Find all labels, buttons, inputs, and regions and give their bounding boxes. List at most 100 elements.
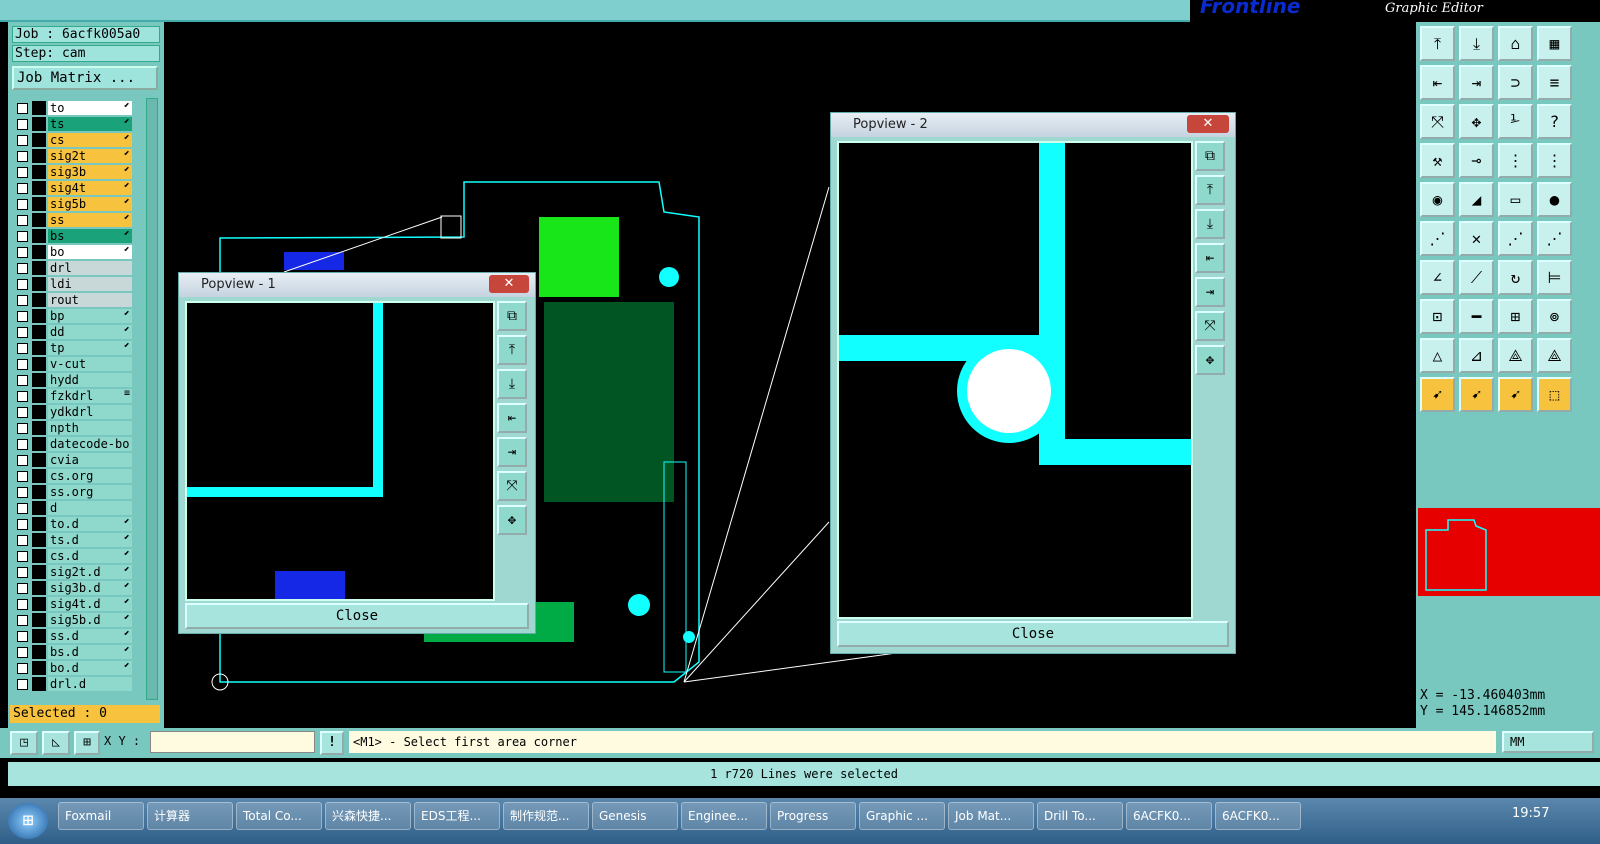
layer-name[interactable]: bs — [48, 229, 132, 243]
layer-checkbox[interactable] — [17, 215, 28, 226]
layer-name[interactable]: bo — [48, 245, 132, 259]
layer-row[interactable]: sig5b.d ⬋ — [12, 612, 132, 628]
fit-icon[interactable]: ⧉ — [1195, 141, 1225, 171]
taskbar-button[interactable]: Progress — [770, 802, 856, 830]
layer-name[interactable]: ss.d — [48, 629, 132, 643]
tool-button-icon[interactable]: ⋮ — [1498, 143, 1533, 178]
fit-icon[interactable]: ⧉ — [497, 301, 527, 331]
layer-checkbox[interactable] — [17, 295, 28, 306]
tool-button-icon[interactable]: ? — [1537, 104, 1572, 139]
layer-name[interactable]: hydd — [48, 373, 132, 387]
layer-row[interactable]: drl — [12, 260, 132, 276]
tool-button-icon[interactable]: ⚒ — [1420, 143, 1455, 178]
layer-row[interactable]: ss.org — [12, 484, 132, 500]
layer-row[interactable]: sig3b ⬋ — [12, 164, 132, 180]
taskbar-button[interactable]: 制作规范... — [503, 802, 589, 830]
layer-checkbox[interactable] — [17, 247, 28, 258]
layer-checkbox[interactable] — [17, 519, 28, 530]
layer-checkbox[interactable] — [17, 487, 28, 498]
layer-checkbox[interactable] — [17, 615, 28, 626]
taskbar-button[interactable]: Drill To... — [1037, 802, 1123, 830]
layer-checkbox[interactable] — [17, 343, 28, 354]
layer-checkbox[interactable] — [17, 439, 28, 450]
layer-name[interactable]: sig5b.d — [48, 613, 132, 627]
tool-button-icon[interactable]: ◢ — [1459, 182, 1494, 217]
layer-checkbox[interactable] — [17, 455, 28, 466]
popview-2-view[interactable] — [837, 141, 1193, 619]
tool-button-icon[interactable]: ⊞ — [1498, 299, 1533, 334]
layer-row[interactable]: dd ⬋ — [12, 324, 132, 340]
layer-row[interactable]: ts.d ⬋ — [12, 532, 132, 548]
tool-button-icon[interactable]: ⟋ — [1459, 260, 1494, 295]
layer-name[interactable]: to — [48, 101, 132, 115]
pan-left-icon[interactable]: ⇤ — [497, 403, 527, 433]
layer-checkbox[interactable] — [17, 407, 28, 418]
tool-button-icon[interactable]: △ — [1420, 338, 1455, 373]
tool-button-icon[interactable]: ▭ — [1498, 182, 1533, 217]
tool-button-icon[interactable]: ⋰ — [1420, 221, 1455, 256]
layer-row[interactable]: ss.d ⬋ — [12, 628, 132, 644]
layer-name[interactable]: v-cut — [48, 357, 132, 371]
layer-row[interactable]: v-cut — [12, 356, 132, 372]
layer-row[interactable]: sig4t.d ⬋ — [12, 596, 132, 612]
layer-checkbox[interactable] — [17, 167, 28, 178]
layer-checkbox[interactable] — [17, 359, 28, 370]
layer-name[interactable]: cs — [48, 133, 132, 147]
layer-checkbox[interactable] — [17, 103, 28, 114]
pan-right-icon[interactable]: ⇥ — [497, 437, 527, 467]
xy-input[interactable] — [150, 731, 315, 753]
pan-down-icon[interactable]: ⤓ — [497, 369, 527, 399]
layer-name[interactable]: cvia — [48, 453, 132, 467]
layer-checkbox[interactable] — [17, 391, 28, 402]
layer-checkbox[interactable] — [17, 279, 28, 290]
layer-name[interactable]: cs.org — [48, 469, 132, 483]
taskbar-button[interactable]: EDS工程... — [414, 802, 500, 830]
taskbar-button[interactable]: Graphic ... — [859, 802, 945, 830]
tool-button-icon[interactable]: ⇤ — [1420, 65, 1455, 100]
layer-checkbox[interactable] — [17, 471, 28, 482]
layer-checkbox[interactable] — [17, 679, 28, 690]
pan-up-icon[interactable]: ⤒ — [497, 335, 527, 365]
layer-name[interactable]: to.d — [48, 517, 132, 531]
layer-checkbox[interactable] — [17, 183, 28, 194]
layer-row[interactable]: ldi — [12, 276, 132, 292]
layer-row[interactable]: fzkdrl ≡ — [12, 388, 132, 404]
unit-select[interactable]: MM — [1502, 731, 1594, 753]
layer-row[interactable]: bp ⬋ — [12, 308, 132, 324]
layer-name[interactable]: ldi — [48, 277, 132, 291]
tool-button-icon[interactable]: ✥ — [1459, 104, 1494, 139]
pan-down-icon[interactable]: ⤓ — [1195, 209, 1225, 239]
layer-row[interactable]: datecode-bo — [12, 436, 132, 452]
snap-icon[interactable]: ◳ — [10, 731, 38, 755]
tool-button-icon[interactable]: ⤧ — [1420, 104, 1455, 139]
layer-checkbox[interactable] — [17, 327, 28, 338]
tool-button-icon[interactable]: ⅟ — [1498, 104, 1533, 139]
layer-name[interactable]: drl.d — [48, 677, 132, 691]
layer-checkbox[interactable] — [17, 135, 28, 146]
layer-row[interactable]: to ⬋ — [12, 100, 132, 116]
layer-checkbox[interactable] — [17, 583, 28, 594]
layer-row[interactable]: tp ⬋ — [12, 340, 132, 356]
tool-button-icon[interactable]: ⬚ — [1537, 377, 1572, 412]
layer-checkbox[interactable] — [17, 567, 28, 578]
tool-button-icon[interactable]: ⟁ — [1498, 338, 1533, 373]
layer-checkbox[interactable] — [17, 231, 28, 242]
layer-row[interactable]: sig2t ⬋ — [12, 148, 132, 164]
alert-icon[interactable]: ! — [320, 731, 344, 755]
tool-button-icon[interactable]: ━ — [1459, 299, 1494, 334]
taskbar-button[interactable]: 6ACFK0... — [1215, 802, 1301, 830]
layer-name[interactable]: d — [48, 501, 132, 515]
layer-row[interactable]: sig3b.d ⬋ — [12, 580, 132, 596]
tool-button-icon[interactable]: ∠ — [1420, 260, 1455, 295]
start-icon[interactable]: ⊞ — [8, 803, 48, 839]
tool-button-icon[interactable]: ⋮ — [1537, 143, 1572, 178]
zoom-in-icon[interactable]: ⤧ — [497, 471, 527, 501]
tool-button-icon[interactable]: ⊡ — [1420, 299, 1455, 334]
layer-row[interactable]: bs.d ⬋ — [12, 644, 132, 660]
taskbar-button[interactable]: 兴森快捷... — [325, 802, 411, 830]
layer-row[interactable]: hydd — [12, 372, 132, 388]
layer-name[interactable]: sig2t.d — [48, 565, 132, 579]
grid-icon[interactable]: ⊞ — [74, 731, 100, 755]
layer-row[interactable]: bo.d ⬋ — [12, 660, 132, 676]
tool-button-icon[interactable]: ≡ — [1537, 65, 1572, 100]
